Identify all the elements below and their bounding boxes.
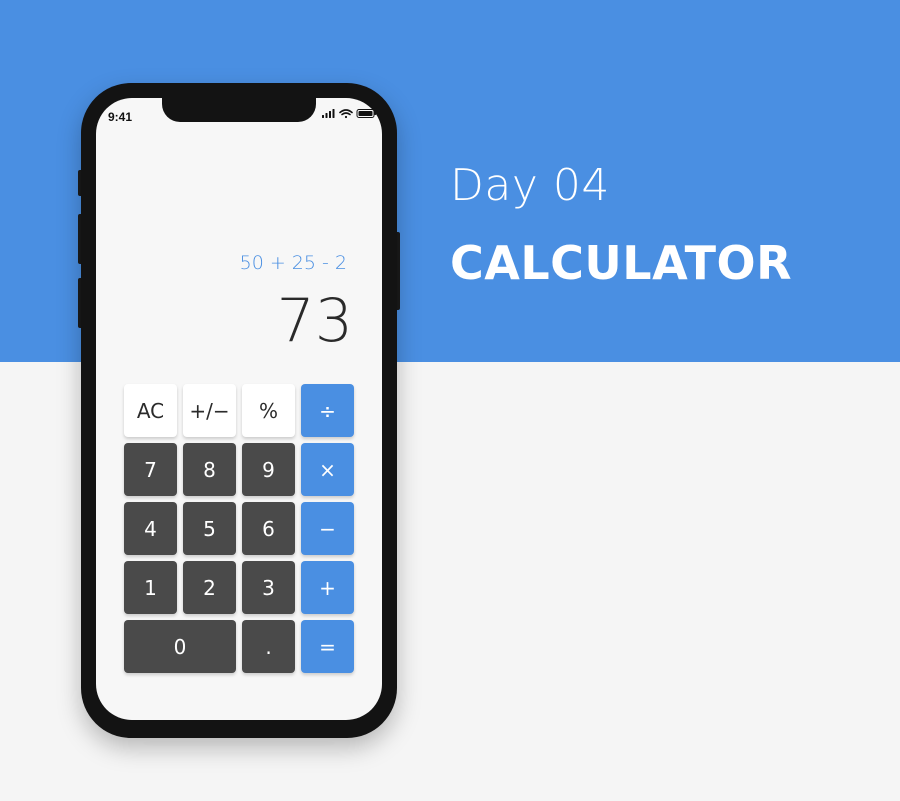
digit-1-button[interactable]: 1 (124, 561, 177, 614)
wifi-icon (339, 109, 353, 119)
digit-7-button[interactable]: 7 (124, 443, 177, 496)
headline-title: CALCULATOR (450, 236, 793, 290)
equals-button[interactable]: = (301, 620, 354, 673)
percent-button[interactable]: % (242, 384, 295, 437)
status-icons (321, 107, 377, 121)
headline-day: Day 04 (450, 160, 610, 211)
multiply-button[interactable]: × (301, 443, 354, 496)
battery-icon (356, 109, 376, 118)
digit-8-button[interactable]: 8 (183, 443, 236, 496)
ac-button[interactable]: AC (124, 384, 177, 437)
digit-0-button[interactable]: 0 (124, 620, 236, 673)
decimal-button[interactable]: . (242, 620, 295, 673)
digit-4-button[interactable]: 4 (124, 502, 177, 555)
phone-notch (162, 97, 316, 122)
plus-minus-button[interactable]: +/− (183, 384, 236, 437)
digit-2-button[interactable]: 2 (183, 561, 236, 614)
digit-3-button[interactable]: 3 (242, 561, 295, 614)
result-display: 73 (276, 286, 353, 356)
minus-button[interactable]: − (301, 502, 354, 555)
digit-5-button[interactable]: 5 (183, 502, 236, 555)
status-time: 9:41 (108, 110, 133, 124)
digit-6-button[interactable]: 6 (242, 502, 295, 555)
plus-button[interactable]: + (301, 561, 354, 614)
signal-icon (322, 109, 335, 118)
divide-button[interactable]: ÷ (301, 384, 354, 437)
digit-9-button[interactable]: 9 (242, 443, 295, 496)
expression-display: 50 + 25 - 2 (239, 252, 347, 274)
